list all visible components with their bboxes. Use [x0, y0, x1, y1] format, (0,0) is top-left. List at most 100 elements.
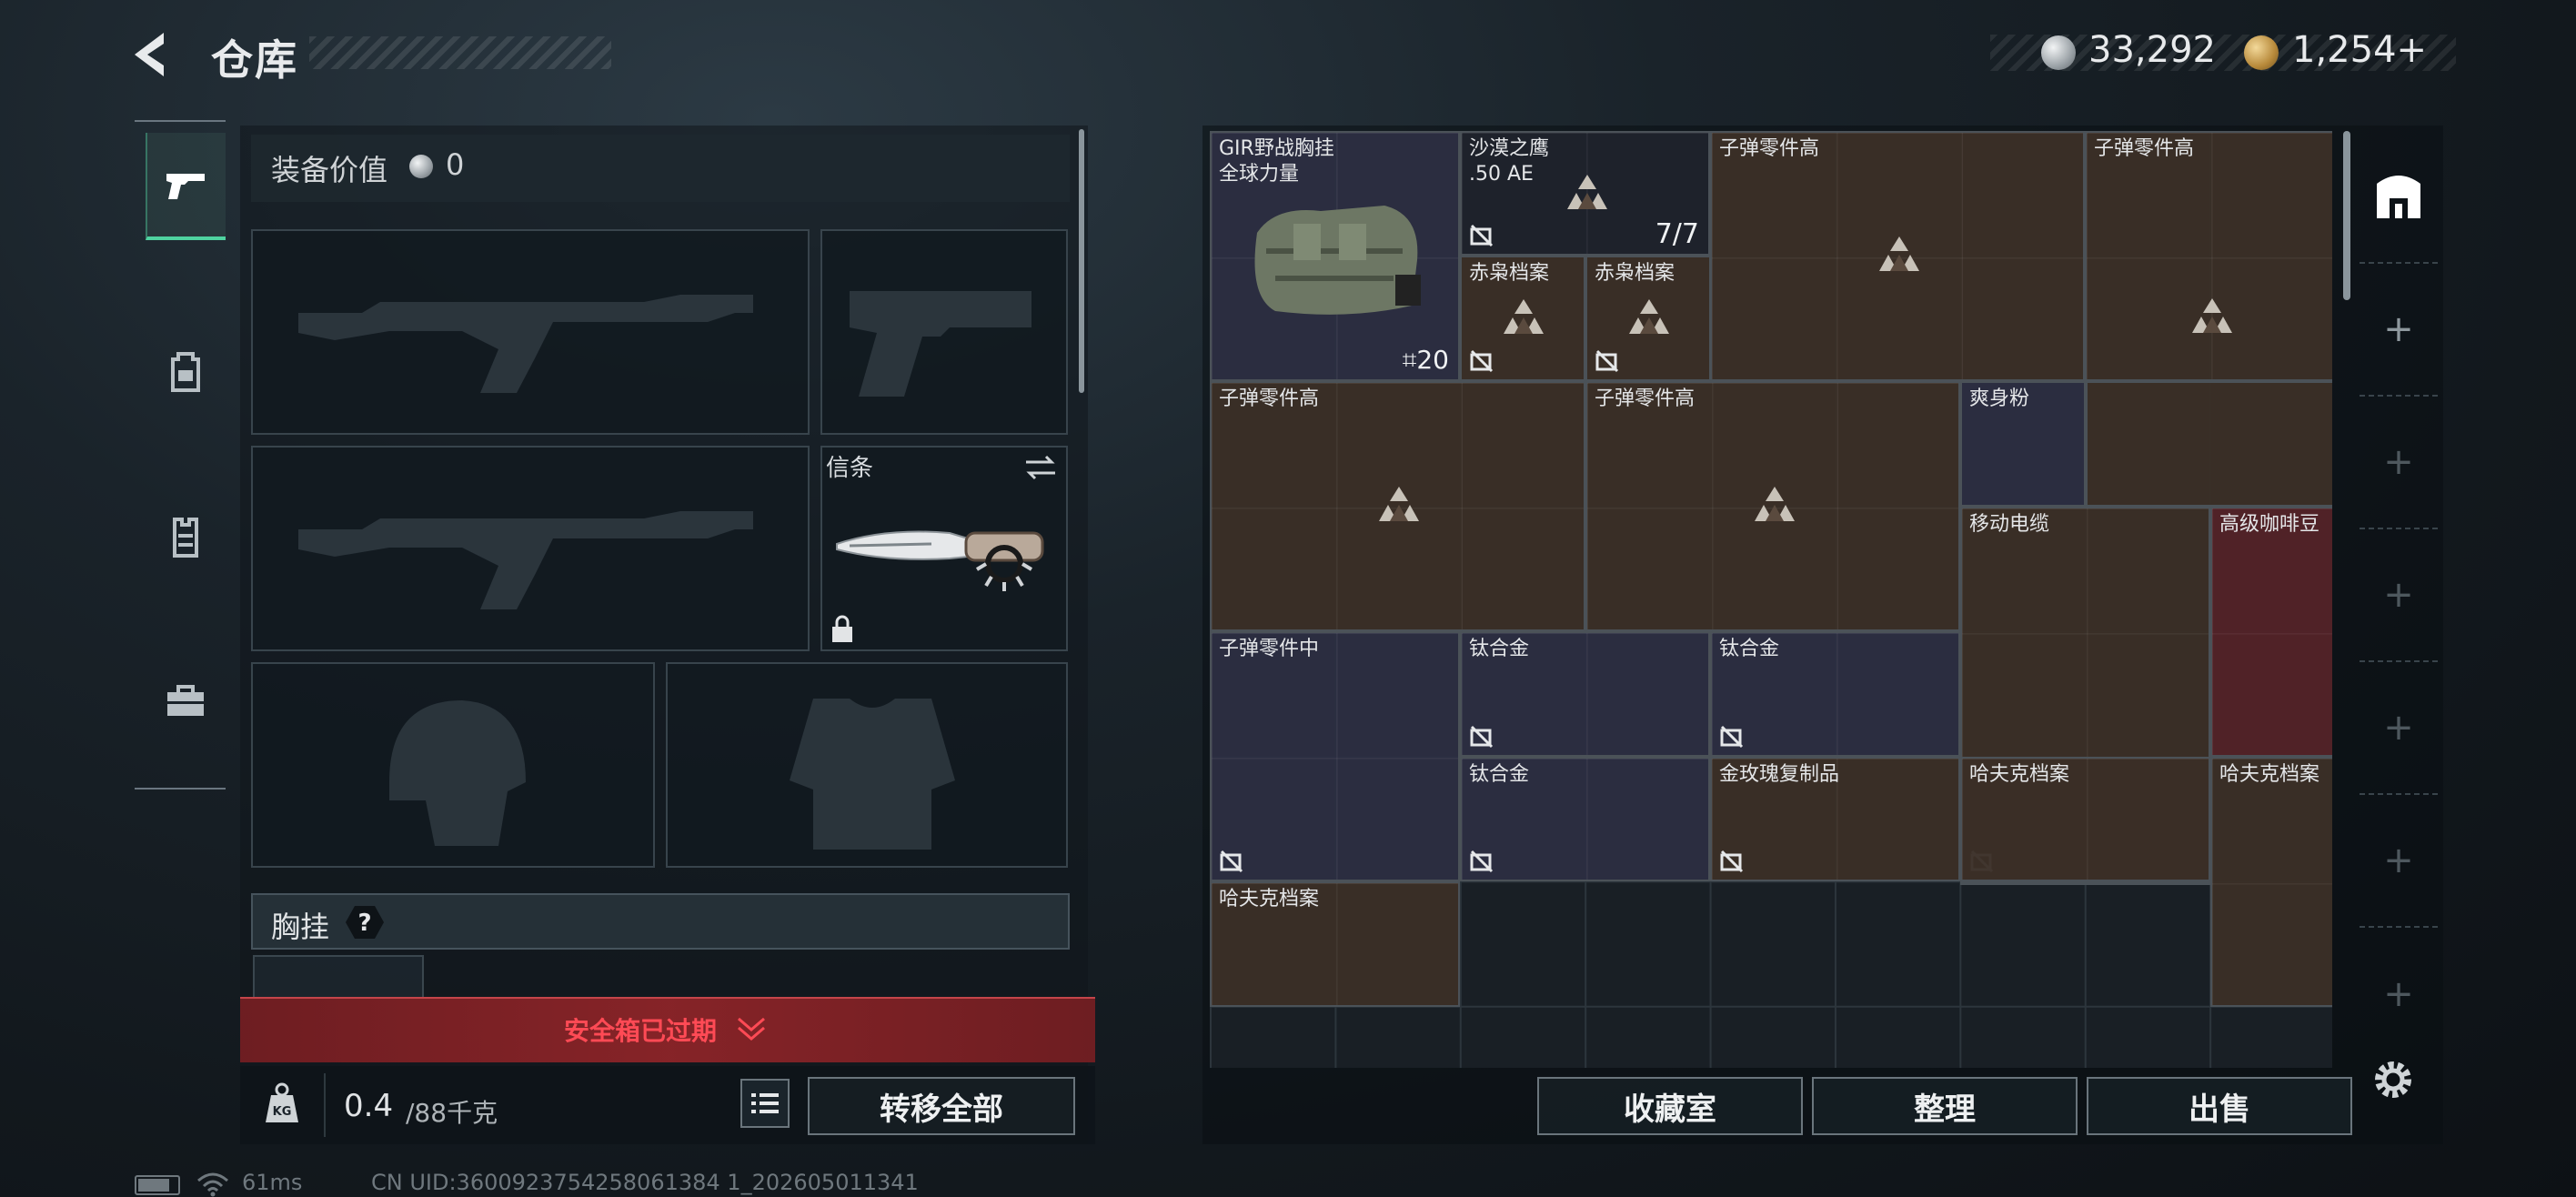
chest-rig-image — [1254, 206, 1421, 315]
back-button[interactable] — [127, 27, 186, 82]
grid-item-red-owl-file[interactable]: 赤枭档案 — [1585, 256, 1711, 381]
grid-item-bullet-parts[interactable]: 子弹零件高 — [1710, 131, 2085, 381]
back-arrow-icon — [135, 33, 164, 76]
item-name: 高级咖啡豆 — [2219, 513, 2320, 536]
add-storage-tab-button[interactable]: + — [2360, 397, 2438, 529]
armor-slot[interactable] — [666, 662, 1068, 868]
grid-item-bullet-parts-mid[interactable]: 子弹零件中 — [1210, 631, 1460, 881]
primary-weapon-slot-2[interactable] — [251, 446, 810, 651]
grid-item-coffee-beans[interactable]: 高级咖啡豆 — [2210, 507, 2332, 757]
pistol-slot[interactable] — [820, 229, 1068, 435]
silver-coin-icon — [409, 155, 433, 178]
ammo-count: 7/7 — [1655, 218, 1699, 250]
nav-tab-backpack[interactable] — [146, 318, 226, 426]
grid-item-haavk-file[interactable]: 哈夫克档案 — [1210, 881, 1460, 1007]
tier-triangle-icon — [1567, 175, 1607, 209]
non-tradable-icon — [1720, 725, 1744, 749]
nav-tab-weapons[interactable] — [146, 133, 226, 240]
item-count: 20 — [1416, 345, 1449, 375]
grid-item-bullet-parts[interactable]: 子弹零件高 — [1585, 381, 1960, 631]
grid-empty-cell[interactable] — [2086, 381, 2332, 507]
storage-scrollbar[interactable] — [2343, 131, 2350, 300]
add-storage-tab-button[interactable]: + — [2360, 662, 2438, 795]
add-storage-tab-button[interactable]: + — [2360, 795, 2438, 928]
add-currency-button[interactable]: + — [2397, 29, 2428, 71]
page-title: 仓库 — [211, 35, 298, 85]
case-icon — [167, 685, 204, 716]
item-name: 子弹零件高 — [2094, 137, 2195, 160]
pistol-silhouette-icon — [850, 291, 1031, 397]
rifle-silhouette-icon — [298, 295, 753, 393]
grid-item-titanium[interactable]: 钛合金 — [1710, 631, 1960, 757]
storage-tab-safe[interactable] — [2360, 131, 2438, 264]
tier-triangle-icon — [1755, 487, 1795, 521]
tier-triangle-icon — [2192, 298, 2232, 333]
non-tradable-icon — [1470, 224, 1494, 247]
grid-item-haavk-file[interactable]: 哈夫克档案 — [1960, 757, 2210, 881]
non-tradable-icon — [1595, 349, 1619, 373]
item-name: 赤枭档案 — [1595, 262, 1675, 285]
grid-item-titanium[interactable]: 钛合金 — [1460, 631, 1710, 757]
grid-item-pistol[interactable]: 沙漠之鹰 .50 AE 7/7 — [1460, 131, 1710, 256]
list-view-button[interactable] — [740, 1079, 790, 1128]
grid-item-talcum[interactable]: 爽身粉 — [1960, 381, 2086, 507]
non-tradable-icon — [1470, 850, 1494, 873]
helmet-slot[interactable] — [251, 662, 655, 868]
knife-image — [831, 502, 1055, 593]
battery-icon — [135, 1175, 180, 1195]
lock-icon — [830, 615, 855, 644]
item-name: 沙漠之鹰 — [1469, 137, 1550, 160]
grid-item-golden-rose[interactable]: 金玫瑰复制品 — [1710, 757, 1960, 881]
settings-gear-icon[interactable] — [2369, 1055, 2418, 1104]
vest-slot[interactable] — [253, 955, 424, 999]
help-button[interactable]: ? — [344, 904, 386, 940]
silver-coin-icon — [2041, 35, 2076, 70]
nav-tab-case[interactable] — [146, 648, 226, 755]
vest-icon — [173, 518, 198, 558]
grid-item-vest[interactable]: GIR野战胸挂 全球力量 ⌗20 — [1210, 131, 1460, 381]
transfer-all-button[interactable]: 转移全部 — [808, 1077, 1075, 1135]
item-subname: 全球力量 — [1219, 163, 1300, 186]
grid-item-bullet-parts[interactable]: 子弹零件高 — [1210, 381, 1585, 631]
item-name: 金玫瑰复制品 — [1719, 763, 1840, 786]
chevron-down-icon — [735, 1015, 768, 1042]
grid-item-haavk-file[interactable]: 哈夫克档案 — [2210, 757, 2332, 1007]
network-ping: 61ms — [242, 1170, 303, 1195]
gold-currency-value[interactable]: 1,254+ — [2292, 29, 2427, 71]
wifi-icon — [196, 1172, 229, 1197]
grid-item-red-owl-file[interactable]: 赤枭档案 — [1460, 256, 1585, 381]
sort-button[interactable]: 整理 — [1812, 1077, 2078, 1135]
spacer — [1960, 881, 2210, 885]
sell-button[interactable]: 出售 — [2087, 1077, 2352, 1135]
storage-tabs: + + + + + + — [2360, 131, 2438, 1068]
swap-icon[interactable] — [1022, 453, 1059, 482]
grid-item-bullet-parts[interactable]: 子弹零件高 — [2085, 131, 2332, 381]
equipment-scrollbar[interactable] — [1079, 129, 1084, 393]
storage-grid[interactable]: GIR野战胸挂 全球力量 ⌗20 沙漠之鹰 .50 AE 7/7 子弹零件高 子弹零… — [1210, 131, 2332, 1068]
add-storage-tab-button[interactable]: + — [2360, 264, 2438, 397]
add-storage-tab-button[interactable]: + — [2360, 928, 2438, 1061]
item-name: 钛合金 — [1469, 638, 1530, 660]
non-tradable-icon — [1720, 850, 1744, 873]
nav-tab-vest[interactable] — [146, 484, 226, 591]
armor-silhouette-icon — [790, 699, 955, 850]
item-name: 哈夫克档案 — [1219, 888, 1320, 910]
non-tradable-icon — [1220, 850, 1243, 873]
grid-item-titanium[interactable]: 钛合金 — [1460, 757, 1710, 881]
backpack-icon — [171, 352, 200, 392]
collection-room-button[interactable]: 收藏室 — [1537, 1077, 1803, 1135]
title-decoration — [309, 36, 611, 69]
primary-weapon-slot-1[interactable] — [251, 229, 810, 435]
item-name: 子弹零件高 — [1595, 387, 1696, 410]
divider — [324, 1073, 326, 1137]
item-name: 子弹零件中 — [1219, 638, 1320, 660]
nav-divider — [135, 120, 226, 122]
help-icon-glyph: ? — [357, 910, 371, 937]
tier-triangle-icon — [1379, 487, 1419, 521]
list-icon — [751, 1093, 779, 1113]
equipment-value-label: 装备价值 — [271, 153, 388, 187]
nav-divider — [135, 788, 226, 790]
pistol-icon — [166, 174, 205, 199]
add-storage-tab-button[interactable]: + — [2360, 529, 2438, 662]
helmet-silhouette-icon — [389, 700, 526, 846]
